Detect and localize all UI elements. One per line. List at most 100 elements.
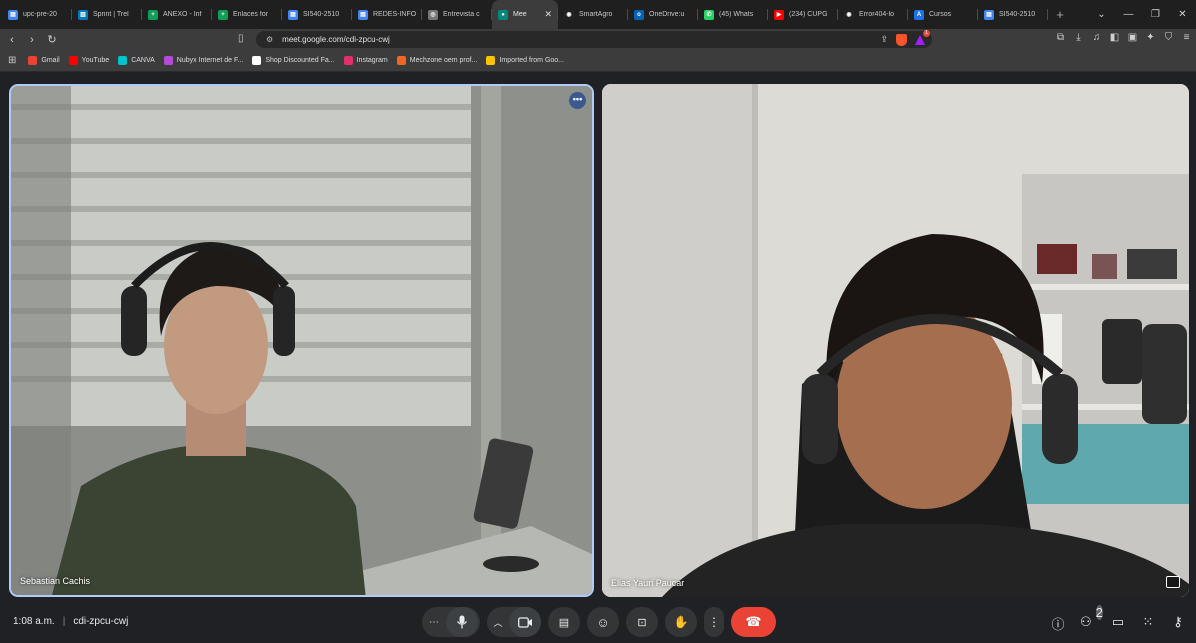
browser-tab-strip: ▤ upc-pre-20 ▥ Sprint | Trel + ANEXO - Inf + En… [0, 0, 1196, 29]
meeting-details-icon[interactable]: ⓘ [1050, 614, 1066, 633]
host-controls-icon[interactable]: ⚷ [1170, 614, 1186, 633]
meet-stage: ••• Sebastian Cachis Elias Yauri Paucar [0, 73, 1196, 643]
sidebar-icon[interactable]: ◧ [1109, 32, 1120, 43]
rewards-badge: 1 [923, 30, 930, 37]
close-tab-icon[interactable]: ✕ [544, 9, 552, 20]
bookmark-item[interactable]: Mechzone oem prof... [396, 56, 477, 65]
participant-tile-2[interactable]: Elias Yauri Paucar [602, 84, 1189, 597]
bookmark-item[interactable]: Imported from Goo... [486, 56, 564, 65]
tab-title: SI540-2510 [999, 11, 1036, 18]
captions-icon: ▤ [558, 616, 570, 629]
bookmark-item[interactable]: Nubyx Internet de F... [163, 56, 244, 65]
address-bar[interactable]: ⚙ meet.google.com/cdi-zpcu-cwj ⇪ 1 [256, 30, 932, 48]
tab-title: SmartAgro [579, 11, 613, 18]
tab-favicon-icon: ◎ [428, 9, 438, 20]
apps-grid-icon[interactable]: ⊞ [8, 55, 16, 66]
bookmark-favicon-icon [28, 56, 38, 65]
forward-icon[interactable]: › [22, 34, 42, 46]
minimize-icon[interactable]: — [1115, 9, 1142, 20]
browser-tab[interactable]: ◉ Error404-lo [838, 0, 908, 29]
microphone-icon [456, 615, 468, 629]
video-settings-chevron-icon[interactable]: ︿ [487, 616, 509, 629]
present-icon: ⊡ [637, 616, 647, 629]
back-icon[interactable]: ‹ [2, 34, 22, 46]
browser-tab[interactable]: ✆ (45) Whats [698, 0, 768, 29]
bookmark-item[interactable]: Gmail [28, 56, 60, 65]
new-tab-button[interactable]: + [1048, 7, 1072, 22]
audio-settings-icon[interactable]: ⋯ [422, 617, 446, 628]
captions-button[interactable]: ▤ [548, 607, 580, 637]
tab-search-chevron-icon[interactable]: ⌄ [1088, 9, 1115, 20]
meet-side-controls: ⓘ ⚇2 ▭ ⁙ ⚷ [1050, 605, 1186, 633]
camera-button[interactable] [509, 607, 541, 637]
tab-list: ▤ upc-pre-20 ▥ Sprint | Trel + ANEXO - Inf + En… [2, 0, 1048, 29]
wallet-icon[interactable]: ▣ [1127, 32, 1138, 43]
leo-ai-icon[interactable]: ✦ [1145, 32, 1156, 43]
picture-in-picture-icon[interactable] [1166, 576, 1180, 588]
brave-shields-icon[interactable] [896, 33, 907, 46]
browser-tab[interactable]: ● Mee ✕ [492, 0, 558, 29]
brave-rewards-icon[interactable]: 1 [915, 30, 930, 45]
bookmark-item[interactable]: Instagram [343, 56, 388, 65]
browser-tab[interactable]: A Cursos [908, 0, 978, 29]
restore-icon[interactable]: ❐ [1142, 9, 1169, 20]
bookmark-label: Instagram [356, 57, 388, 64]
bookmark-label: Nubyx Internet de F... [176, 57, 244, 64]
share-icon[interactable]: ⇪ [880, 34, 888, 45]
microphone-button[interactable] [446, 607, 478, 637]
vpn-icon[interactable]: ⛉ [1163, 32, 1174, 43]
leave-call-button[interactable]: ☎ [731, 607, 776, 637]
media-icon[interactable]: ♫ [1091, 32, 1102, 43]
tab-favicon-icon: ▤ [288, 9, 298, 20]
browser-tab[interactable]: ▤ upc-pre-20 [2, 0, 72, 29]
chat-icon[interactable]: ▭ [1110, 614, 1126, 633]
participant-tile-1[interactable]: ••• Sebastian Cachis [9, 84, 594, 597]
close-window-icon[interactable]: ✕ [1169, 9, 1196, 20]
site-info-icon[interactable]: ⚙ [266, 35, 273, 44]
browser-tab[interactable]: ▤ SI540-2510 [978, 0, 1048, 29]
tab-title: (234) CUPG [789, 11, 828, 18]
bookmark-favicon-icon [343, 56, 353, 65]
bookmark-favicon-icon [163, 56, 173, 65]
bookmark-item[interactable]: Shop Discounted Fa... [252, 56, 335, 65]
reactions-button[interactable]: ☺ [587, 607, 619, 637]
extensions-icon[interactable]: ⧉ [1055, 32, 1066, 43]
participant-more-options-button[interactable]: ••• [569, 92, 586, 109]
browser-tab[interactable]: + ANEXO - Inf [142, 0, 212, 29]
browser-tab[interactable]: ▤ SI540-2510 [282, 0, 352, 29]
activities-icon[interactable]: ⁙ [1140, 614, 1156, 633]
more-options-button[interactable]: ⋮ [704, 607, 724, 637]
bookmark-item[interactable]: YouTube [68, 56, 110, 65]
present-screen-button[interactable]: ⊡ [626, 607, 658, 637]
tab-favicon-icon: A [914, 9, 924, 20]
bookmark-label: YouTube [81, 57, 110, 64]
browser-tab[interactable]: ◉ SmartAgro [558, 0, 628, 29]
browser-tab[interactable]: + Enlaces for [212, 0, 282, 29]
browser-tab[interactable]: ▥ Sprint | Trel [72, 0, 142, 29]
menu-icon[interactable]: ≡ [1181, 32, 1192, 43]
meeting-info: 1:08 a.m. | cdi-zpcu-cwj [13, 616, 128, 627]
bookmark-favicon-icon [396, 56, 406, 65]
raise-hand-button[interactable]: ✋ [665, 607, 697, 637]
bookmark-item[interactable]: CANVA [118, 56, 155, 65]
extension-toolbar: ⧉ ⤓ ♫ ◧ ▣ ✦ ⛉ ≡ [1055, 32, 1192, 43]
tab-favicon-icon: ● [498, 9, 508, 20]
people-icon[interactable]: ⚇2 [1080, 605, 1103, 633]
reload-icon[interactable]: ↻ [42, 33, 62, 46]
tab-title: (45) Whats [719, 11, 754, 18]
browser-tab[interactable]: ▤ REDES-INFO [352, 0, 422, 29]
emoji-icon: ☺ [596, 614, 610, 630]
tab-favicon-icon: ▤ [358, 9, 368, 20]
browser-tab[interactable]: o OneDrive:u [628, 0, 698, 29]
url-text: meet.google.com/cdi-zpcu-cwj [282, 35, 390, 44]
bookmark-icon[interactable]: ▯ [238, 33, 244, 44]
tab-title: Cursos [929, 11, 952, 18]
download-icon[interactable]: ⤓ [1073, 32, 1084, 43]
bookmark-list: Gmail YouTube CANVA Nubyx Internet de F... S… [28, 56, 573, 65]
tab-title: REDES-INFO [373, 11, 416, 18]
separator: | [62, 616, 66, 627]
tab-favicon-icon: ▤ [984, 9, 994, 20]
browser-tab[interactable]: ▶ (234) CUPG [768, 0, 838, 29]
browser-tab[interactable]: ◎ Entrevista c [422, 0, 492, 29]
tab-favicon-icon: ▤ [8, 9, 18, 20]
